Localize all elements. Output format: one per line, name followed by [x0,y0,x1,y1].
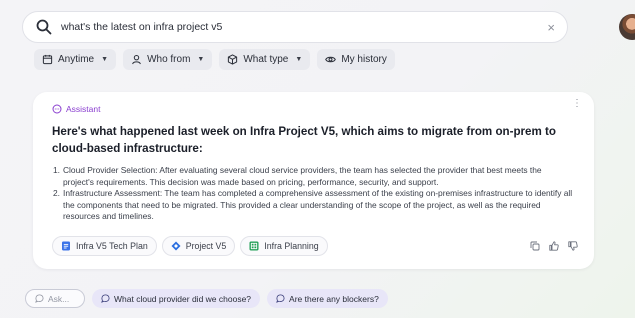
search-bar[interactable]: what's the latest on infra project v5 × [22,11,568,43]
list-item-number: 1. [53,165,60,175]
source-infra-planning[interactable]: Infra Planning [240,236,328,256]
filter-anytime[interactable]: Anytime ▼ [34,49,117,70]
chat-bubble-icon [101,294,110,303]
source-infra-v5-tech-plan[interactable]: Infra V5 Tech Plan [52,236,157,256]
ask-placeholder: Ask... [48,293,70,304]
chevron-down-icon: ▼ [197,56,205,63]
filter-label: Who from [147,54,191,65]
search-icon [36,19,52,35]
followup-label: Are there any blockers? [289,293,379,304]
list-item-text: Cloud Provider Selection: After evaluati… [63,165,542,187]
list-item-text: Infrastructure Assessment: The team has … [63,188,573,222]
filter-what-type[interactable]: What type ▼ [219,49,311,70]
followup-suggestion[interactable]: Are there any blockers? [267,289,388,308]
calendar-icon [42,54,53,65]
cube-icon [228,54,238,65]
answer-actions [530,241,578,251]
filter-my-history[interactable]: My history [317,49,395,70]
chat-bubble-icon [35,294,44,303]
clear-search-icon[interactable]: × [547,20,555,35]
followup-label: What cloud provider did we choose? [114,293,252,304]
sheet-icon [249,241,259,251]
list-item: 2. Infrastructure Assessment: The team h… [53,188,573,223]
answer-list: 1. Cloud Provider Selection: After evalu… [53,165,573,223]
source-label: Infra Planning [264,241,319,251]
assistant-label: Assistant [66,104,101,114]
search-input[interactable]: what's the latest on infra project v5 [61,21,547,33]
list-item-number: 2. [53,188,60,199]
source-label: Project V5 [185,241,227,251]
filter-label: Anytime [58,54,95,65]
filter-bar: Anytime ▼ Who from ▼ What type ▼ My hist… [34,49,395,70]
avatar[interactable] [619,14,635,40]
copy-icon[interactable] [530,241,540,251]
person-icon [132,54,141,65]
ask-input[interactable]: Ask... [25,289,85,308]
list-item: 1. Cloud Provider Selection: After evalu… [53,165,573,188]
chevron-down-icon: ▼ [295,56,303,63]
followup-suggestion[interactable]: What cloud provider did we choose? [92,289,261,308]
answer-headline: Here's what happened last week on Infra … [52,125,556,155]
thumbs-up-icon[interactable] [549,241,559,251]
filter-label: What type [243,54,289,65]
filter-label: My history [341,54,387,65]
chat-bubble-icon [52,104,62,114]
filter-who-from[interactable]: Who from ▼ [123,49,213,70]
eye-icon [325,56,337,63]
source-label: Infra V5 Tech Plan [76,241,148,251]
thumbs-down-icon[interactable] [568,241,578,251]
source-project-v5[interactable]: Project V5 [161,236,236,256]
answer-card: Assistant ⋮ Here's what happened last we… [33,92,594,269]
followup-bar: Ask... What cloud provider did we choose… [25,289,388,308]
chevron-down-icon: ▼ [101,56,109,63]
assistant-tag: Assistant [52,104,101,114]
more-options-icon[interactable]: ⋮ [572,99,582,109]
source-list: Infra V5 Tech Plan Project V5 Infra Plan… [52,236,328,256]
diamond-icon [171,241,181,251]
doc-icon [62,241,70,251]
chat-bubble-icon [276,294,285,303]
